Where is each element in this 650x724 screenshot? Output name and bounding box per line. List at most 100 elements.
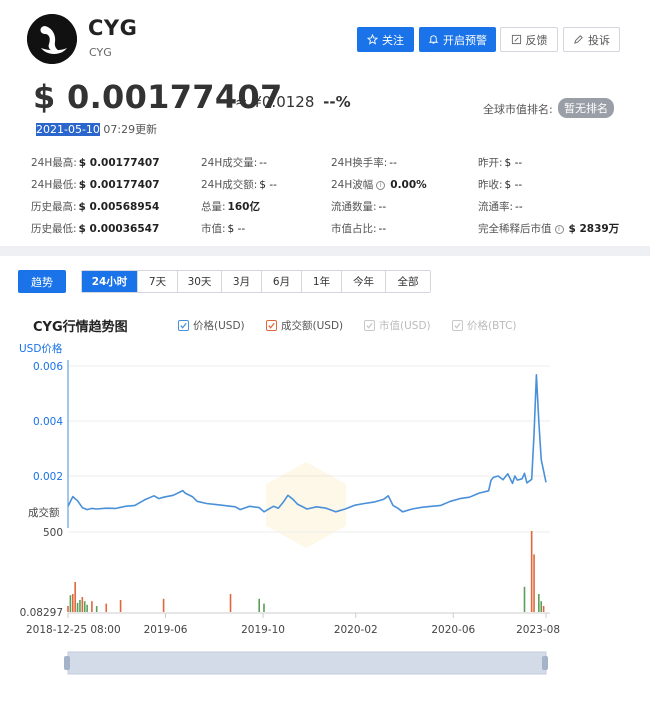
follow-label: 关注 bbox=[382, 33, 404, 47]
stat-value: $ 0.00177407 bbox=[78, 157, 160, 169]
stat-label: 昨收: bbox=[478, 179, 503, 191]
stat-value: $ 0.00177407 bbox=[78, 179, 160, 191]
stat-1-3: 昨收: $ -- bbox=[478, 177, 522, 192]
volume-bar bbox=[540, 601, 543, 612]
stat-value: -- bbox=[378, 201, 387, 213]
stat-label: 历史最高: bbox=[31, 201, 77, 213]
stat-0-3: 昨开: $ -- bbox=[478, 155, 522, 170]
price-approx: ≈ ¥ bbox=[235, 93, 262, 111]
coin-header-card: CYG CYG 关注 开启预警 反馈 投诉 $ 0.00177407 ≈ ¥0.… bbox=[0, 0, 650, 246]
pen-icon bbox=[574, 35, 583, 44]
stat-label: 24H波幅 bbox=[331, 179, 374, 191]
stat-label: 流通率: bbox=[478, 201, 514, 213]
price-cny: ≈ ¥0.0128 --% bbox=[235, 93, 351, 111]
x-tick-label: 2020-02 bbox=[334, 624, 378, 636]
volume-bar bbox=[81, 597, 84, 612]
coin-symbol: CYG bbox=[89, 46, 112, 59]
complain-button[interactable]: 投诉 bbox=[563, 27, 620, 52]
price-axis-label: USD价格 bbox=[19, 342, 63, 355]
zoom-handle-right bbox=[542, 656, 548, 670]
info-icon[interactable]: i bbox=[554, 224, 564, 234]
volume-axis-label: 成交额 bbox=[28, 506, 60, 519]
stat-value: $ 0.00568954 bbox=[78, 201, 160, 213]
complain-label: 投诉 bbox=[588, 33, 610, 47]
stat-3-1: 市值: $ -- bbox=[201, 221, 245, 236]
stat-0-1: 24H成交量: -- bbox=[201, 155, 267, 170]
stat-3-2: 市值占比: -- bbox=[331, 221, 386, 236]
stat-1-2: 24H波幅 i 0.00% bbox=[331, 177, 427, 192]
volume-bar bbox=[523, 586, 526, 612]
volume-bar bbox=[83, 601, 86, 612]
chart-card: 趋势 24小时 7天 30天 3月 6月 1年 今年 全部 CYG行情趋势图 价格(USD) 成… bbox=[0, 256, 650, 724]
update-date: 2021-05-10 bbox=[36, 123, 100, 136]
volume-bar bbox=[91, 601, 93, 612]
volume-tick-label: 0.08297 bbox=[20, 607, 63, 619]
stat-label: 24H换手率: bbox=[331, 157, 388, 169]
price-change: --% bbox=[323, 93, 351, 111]
stat-label: 24H最高: bbox=[31, 157, 77, 169]
volume-bar bbox=[71, 594, 74, 612]
x-tick-label: 2018-12-25 08:00 bbox=[26, 624, 121, 636]
stat-2-2: 流通数量: -- bbox=[331, 199, 386, 214]
volume-bar bbox=[258, 598, 260, 612]
bell-icon bbox=[428, 35, 439, 44]
stat-label: 历史最低: bbox=[31, 223, 77, 235]
feedback-button[interactable]: 反馈 bbox=[500, 27, 558, 52]
stat-label: 市值: bbox=[201, 223, 226, 235]
stat-value: $ -- bbox=[259, 179, 277, 191]
stat-label: 市值占比: bbox=[331, 223, 377, 235]
stat-0-0: 24H最高: $ 0.00177407 bbox=[31, 155, 160, 170]
volume-bar bbox=[162, 598, 165, 612]
price-tick-label: 0.004 bbox=[33, 416, 63, 428]
volume-bar bbox=[86, 604, 88, 612]
volume-bar bbox=[105, 603, 108, 612]
volume-bar bbox=[76, 603, 79, 612]
follow-button[interactable]: 关注 bbox=[357, 27, 414, 52]
stat-2-1: 总量: 160亿 bbox=[201, 199, 260, 214]
volume-bar bbox=[530, 531, 533, 612]
stat-value: $ 0.00036547 bbox=[78, 223, 160, 235]
stat-2-3: 流通率: -- bbox=[478, 199, 523, 214]
stat-3-3: 完全稀释后市值 i $ 2839万 bbox=[478, 221, 619, 236]
x-tick-label: 2019-06 bbox=[144, 624, 188, 636]
volume-bar bbox=[69, 595, 72, 612]
stat-label: 24H成交量: bbox=[201, 157, 258, 169]
stat-value: $ -- bbox=[504, 157, 523, 169]
price-tick-label: 0.002 bbox=[33, 471, 63, 483]
stat-value: 160亿 bbox=[227, 201, 260, 213]
alert-button[interactable]: 开启预警 bbox=[419, 27, 496, 52]
stat-value: 0.00% bbox=[390, 179, 427, 191]
stat-label: 昨开: bbox=[478, 157, 503, 169]
stat-label: 总量: bbox=[201, 201, 226, 213]
alert-label: 开启预警 bbox=[443, 33, 487, 47]
edit-icon bbox=[511, 34, 521, 45]
stat-label: 24H成交额: bbox=[201, 179, 258, 191]
x-tick-label: 2023-08 bbox=[516, 624, 560, 636]
stat-0-2: 24H换手率: -- bbox=[331, 155, 397, 170]
price-chart: USD价格 0.006 0.004 0.002 成交额 500 0.08297 2018-12… bbox=[19, 342, 560, 675]
feedback-label: 反馈 bbox=[525, 33, 548, 47]
watermark-logo bbox=[266, 462, 346, 548]
stat-1-0: 24H最低: $ 0.00177407 bbox=[31, 177, 160, 192]
stat-label: 24H最低: bbox=[31, 179, 77, 191]
update-clock: 07:29更新 bbox=[99, 123, 158, 136]
update-time: 2021-05-10 07:29更新 bbox=[36, 121, 157, 137]
volume-bar bbox=[74, 582, 76, 612]
volume-bar bbox=[79, 600, 81, 612]
volume-bar bbox=[67, 606, 69, 612]
volume-bar bbox=[538, 594, 540, 612]
zoom-slider-track bbox=[67, 651, 547, 675]
rank-label: 全球市值排名: bbox=[483, 103, 553, 116]
stat-2-0: 历史最高: $ 0.00568954 bbox=[31, 199, 159, 214]
stat-value: -- bbox=[389, 157, 397, 169]
info-icon[interactable]: i bbox=[376, 180, 386, 190]
price-tick-label: 0.006 bbox=[33, 361, 63, 373]
volume-bar bbox=[542, 606, 545, 612]
volume-tick-label: 500 bbox=[43, 527, 63, 539]
volume-bar bbox=[95, 606, 98, 612]
price-cny-value: 0.0128 bbox=[261, 93, 315, 111]
stat-value: -- bbox=[515, 201, 523, 213]
star-icon bbox=[367, 34, 378, 45]
volume-bar bbox=[119, 600, 122, 612]
volume-bar bbox=[263, 603, 265, 612]
